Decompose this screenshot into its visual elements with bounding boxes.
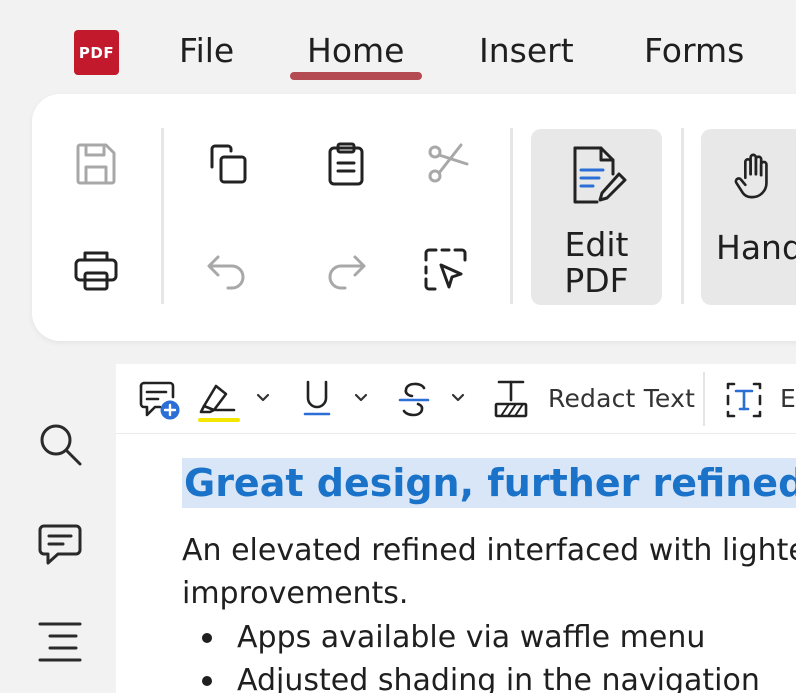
outline-icon [38, 622, 82, 662]
text-box-button[interactable] [722, 376, 766, 424]
chevron-down-icon [451, 393, 465, 402]
highlight-dropdown[interactable] [253, 386, 273, 410]
hand-button[interactable]: Hand [701, 129, 796, 305]
toolbar-separator [703, 372, 705, 426]
document-heading[interactable]: Great design, further refined [182, 458, 796, 508]
chevron-down-icon [256, 393, 270, 402]
select-icon [424, 248, 467, 291]
underline-dropdown[interactable] [351, 386, 371, 410]
highlight-button[interactable] [196, 376, 242, 424]
truncated-toolbar-label: E [780, 384, 796, 413]
ribbon-separator [510, 128, 513, 304]
redo-button[interactable] [316, 240, 376, 300]
redact-text-label[interactable]: Redact Text [548, 384, 695, 413]
hand-icon [734, 153, 768, 199]
chevron-down-icon [354, 393, 368, 402]
bullet-marker [202, 633, 212, 643]
tab-forms[interactable]: Forms [644, 28, 744, 72]
tab-home[interactable]: Home [307, 28, 404, 72]
redact-icon [494, 380, 528, 418]
save-icon [76, 143, 116, 185]
underline-button[interactable] [296, 376, 338, 424]
edit-pdf-label-line1: Edit [564, 225, 629, 264]
print-button[interactable] [66, 240, 126, 300]
search-button[interactable] [30, 414, 90, 474]
add-comment-button[interactable] [134, 376, 184, 424]
outline-button[interactable] [30, 612, 90, 672]
edit-pdf-label-line2: PDF [564, 261, 629, 300]
bullet-marker [202, 676, 212, 686]
search-icon [40, 424, 82, 466]
undo-icon [207, 255, 245, 290]
paste-button[interactable] [316, 134, 376, 194]
cut-icon [428, 143, 469, 183]
copy-button[interactable] [197, 134, 257, 194]
redact-text-button[interactable] [492, 376, 530, 424]
app-logo: PDF [74, 30, 119, 75]
cut-button[interactable] [416, 134, 476, 194]
edit-pdf-icon [573, 146, 627, 204]
redo-icon [328, 255, 366, 290]
print-icon [74, 251, 118, 291]
list-item: Apps available via waffle menu [237, 620, 706, 655]
undo-button[interactable] [197, 240, 257, 300]
comment-icon [38, 524, 82, 565]
strikethrough-icon [398, 382, 430, 417]
paragraph-line-2: improvements. [182, 576, 409, 611]
save-button[interactable] [66, 134, 126, 194]
hand-label: Hand [716, 228, 796, 267]
active-tab-indicator [290, 72, 422, 80]
add-comment-icon [139, 381, 180, 420]
highlighter-icon [198, 384, 240, 422]
strikethrough-button[interactable] [393, 376, 435, 424]
list-item: Adjusted shading in the navigation [237, 663, 760, 693]
underline-icon [303, 380, 331, 416]
paste-icon [328, 142, 364, 186]
strikethrough-dropdown[interactable] [448, 386, 468, 410]
tab-file[interactable]: File [179, 28, 234, 72]
ribbon-separator [681, 128, 684, 304]
tab-insert[interactable]: Insert [479, 28, 574, 72]
ribbon-separator [161, 128, 164, 304]
text-box-icon [726, 382, 762, 418]
copy-icon [210, 144, 247, 184]
edit-pdf-button[interactable]: Edit PDF [531, 129, 662, 305]
select-button[interactable] [416, 240, 476, 300]
comments-button[interactable] [30, 514, 90, 574]
paragraph-line-1: An elevated refined interfaced with ligh… [182, 533, 796, 568]
